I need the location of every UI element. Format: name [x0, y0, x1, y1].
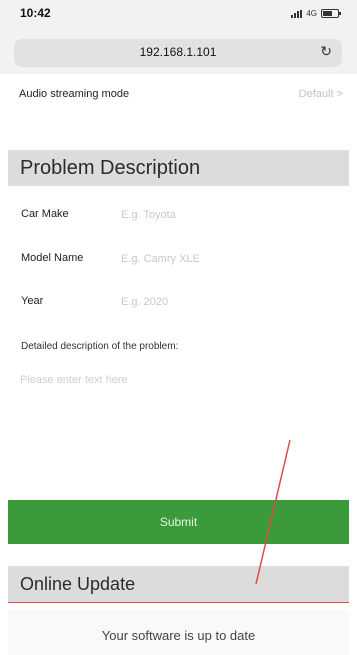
- status-time: 10:42: [20, 6, 51, 20]
- model-name-label: Model Name: [21, 252, 84, 264]
- problem-description-header: Problem Description: [8, 150, 349, 186]
- signal-icon: [291, 9, 303, 18]
- car-make-label: Car Make: [21, 208, 69, 220]
- submit-button[interactable]: Submit: [8, 500, 349, 544]
- url-field[interactable]: 192.168.1.101 ↻: [14, 39, 342, 67]
- audio-streaming-row[interactable]: Audio streaming mode Default >: [0, 82, 357, 110]
- network-type: 4G: [306, 9, 317, 18]
- year-label: Year: [21, 295, 44, 307]
- audio-streaming-value[interactable]: Default >: [299, 88, 343, 100]
- battery-icon: [321, 9, 341, 18]
- year-input[interactable]: [119, 292, 343, 312]
- description-label: Detailed description of the problem:: [21, 341, 179, 352]
- browser-address-bar: 192.168.1.101 ↻: [0, 32, 357, 74]
- car-make-input[interactable]: [119, 205, 343, 225]
- description-textarea[interactable]: [16, 370, 344, 478]
- header-underline: [8, 602, 349, 603]
- url-text: 192.168.1.101: [139, 45, 217, 59]
- status-bar: 10:42 4G: [0, 0, 357, 32]
- audio-streaming-label: Audio streaming mode: [19, 88, 130, 100]
- reload-icon[interactable]: ↻: [320, 43, 332, 60]
- update-status-text: Your software is up to date: [101, 628, 256, 643]
- online-update-header: Online Update: [8, 566, 349, 602]
- status-indicators: 4G: [291, 9, 341, 18]
- model-name-input[interactable]: [119, 249, 343, 269]
- update-status-box: Your software is up to date: [8, 610, 349, 655]
